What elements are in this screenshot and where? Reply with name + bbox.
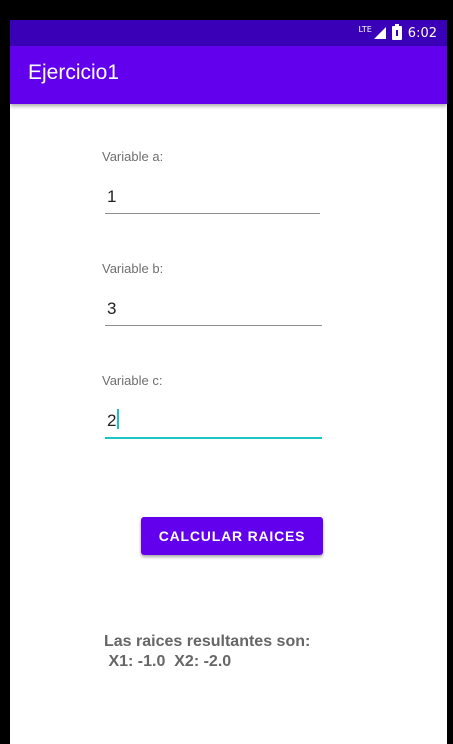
variable-c-input[interactable]: 2 [105, 407, 322, 439]
battery-icon [391, 24, 402, 40]
toolbar-title: Ejercicio1 [28, 61, 120, 84]
signal-icon [373, 27, 386, 39]
variable-c-value: 2 [107, 411, 117, 430]
variable-a-input[interactable]: 1 [105, 183, 320, 214]
result-line-1: Las raices resultantes son: [104, 633, 311, 650]
calcular-raices-button[interactable]: CALCULAR RAICES [141, 517, 323, 555]
status-bar [10, 0, 447, 20]
lte-label: LTE [358, 24, 372, 34]
result-text: Las raices resultantes son: X1: -1.0 X2:… [104, 632, 310, 672]
result-line-2: X1: -1.0 X2: -2.0 [104, 653, 232, 670]
app-screen: LTE 6:02 Ejercicio1 Variable a: 1 Variab… [10, 0, 447, 744]
variable-b-label: Variable b: [102, 261, 164, 276]
variable-b-input[interactable]: 3 [105, 295, 322, 326]
variable-a-value: 1 [107, 187, 117, 206]
status-time: 6:02 [407, 25, 437, 41]
app-toolbar: Ejercicio1 [10, 46, 447, 104]
variable-b-value: 3 [107, 299, 117, 318]
variable-a-label: Variable a: [102, 149, 164, 164]
text-cursor [117, 409, 120, 429]
status-icons: LTE 6:02 [358, 24, 437, 42]
variable-c-label: Variable c: [102, 373, 163, 388]
